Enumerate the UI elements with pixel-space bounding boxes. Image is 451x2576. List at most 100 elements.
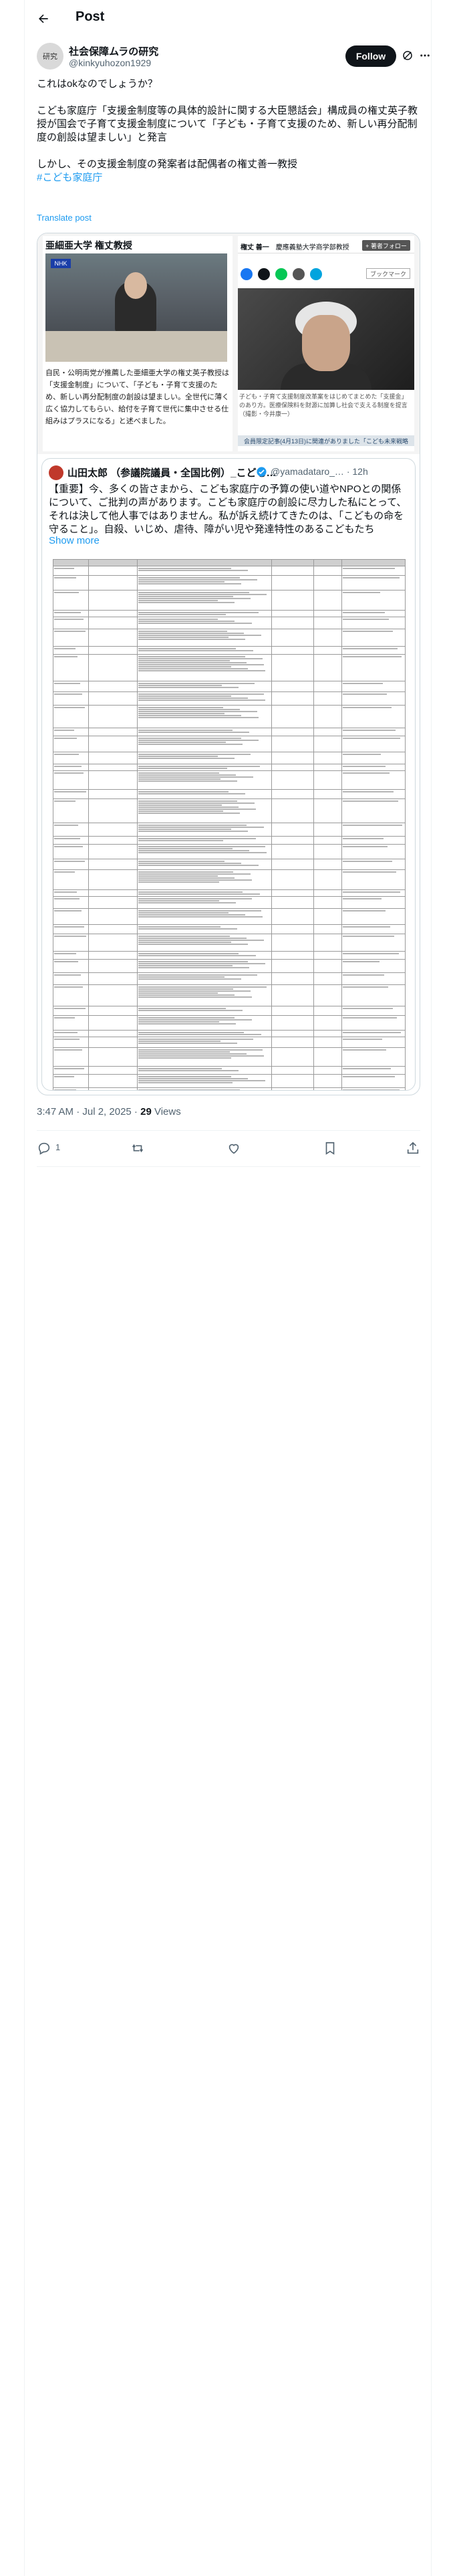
document-text-line xyxy=(138,963,265,964)
document-table-header-cell xyxy=(341,559,406,566)
translate-post-link[interactable]: Translate post xyxy=(37,213,92,223)
show-more-link[interactable]: Show more xyxy=(49,535,100,546)
news-panel: 亜細亜大学 権丈教授 NHK 自民・公明両党が推薦した亜細亜大学の権丈英子教授は… xyxy=(43,236,233,451)
post-column: Post 研究 社会保障ムラの研究 @kinkyuhozon1929 Follo… xyxy=(24,0,432,2576)
document-table-cell xyxy=(271,629,314,647)
share-button[interactable] xyxy=(406,1141,420,1156)
document-table-cell xyxy=(271,1047,314,1067)
document-table-cell xyxy=(53,681,89,692)
document-table-cell xyxy=(88,924,138,934)
document-table-cell xyxy=(53,959,89,973)
image-collage[interactable]: 亜細亜大学 権丈教授 NHK 自民・公明両党が推薦した亜細亜大学の権丈英子教授は… xyxy=(37,233,420,454)
document-text-line xyxy=(54,800,76,802)
document-text-line xyxy=(138,664,264,665)
document-table-cell xyxy=(313,959,343,973)
document-table-cell xyxy=(271,1030,314,1037)
document-table-row xyxy=(53,908,406,925)
document-text-line xyxy=(343,648,398,649)
document-table-cell xyxy=(271,1066,314,1075)
avatar[interactable]: 研究 xyxy=(37,43,63,70)
post-time[interactable]: 3:47 AM · Jul 2, 2025 xyxy=(37,1106,132,1117)
document-table-row xyxy=(53,869,406,890)
document-table-cell xyxy=(137,646,272,655)
document-text-line xyxy=(343,861,392,862)
avatar-text: 研究 xyxy=(43,52,57,61)
document-text-line xyxy=(138,577,241,578)
document-text-line xyxy=(138,848,233,849)
note-icon xyxy=(293,268,305,280)
document-table-cell xyxy=(271,654,314,681)
document-text-line xyxy=(138,614,226,615)
document-table-cell xyxy=(313,789,343,799)
document-table-cell xyxy=(271,984,314,1006)
document-text-line xyxy=(54,656,78,657)
post-timestamp[interactable]: 3:47 AM · Jul 2, 2025 · 29 Views xyxy=(37,1106,181,1117)
document-table-cell xyxy=(313,896,343,909)
back-arrow-icon[interactable] xyxy=(37,12,50,25)
news-photo: NHK xyxy=(45,253,227,362)
document-text-line xyxy=(343,910,386,911)
document-table-cell xyxy=(313,908,343,925)
author-name[interactable]: 社会保障ムラの研究 xyxy=(69,44,158,58)
article-follow-button: + 著者フォロー xyxy=(362,240,410,251)
document-table-cell xyxy=(341,924,406,934)
document-table-cell xyxy=(137,736,272,752)
document-text-line xyxy=(138,637,229,638)
document-table-cell xyxy=(313,728,343,736)
document-table-cell xyxy=(88,1066,138,1075)
document-text-line xyxy=(138,912,229,914)
document-table-cell xyxy=(271,1037,314,1048)
reply-button[interactable]: 1 xyxy=(37,1141,60,1156)
document-text-line xyxy=(138,961,249,962)
author-handle[interactable]: @kinkyuhozon1929 xyxy=(69,58,151,68)
document-table-cell xyxy=(137,908,272,925)
document-text-line xyxy=(54,891,78,893)
media-attachment[interactable]: 亜細亜大学 権丈教授 NHK 自民・公明両党が推薦した亜細亜大学の権丈英子教授は… xyxy=(37,233,420,1095)
share-icons xyxy=(241,268,322,280)
document-table-cell xyxy=(53,566,89,576)
document-table-cell xyxy=(88,798,138,823)
document-text-line xyxy=(138,709,241,710)
bookmark-button[interactable] xyxy=(323,1141,337,1156)
document-table-cell xyxy=(53,705,89,728)
document-text-line xyxy=(343,707,392,708)
document-table-cell xyxy=(341,869,406,890)
document-text-line xyxy=(138,650,254,651)
document-table-cell xyxy=(341,889,406,897)
document-text-line xyxy=(54,631,86,632)
document-table-cell xyxy=(88,1087,138,1090)
quoted-post[interactable]: 山田太郎 （参議院議員・全国比例）_こども… @yamadataro_… · 1… xyxy=(41,458,416,1091)
document-text-line xyxy=(138,581,224,582)
more-options-icon[interactable] xyxy=(419,49,431,62)
repost-button[interactable] xyxy=(130,1141,145,1156)
document-text-line xyxy=(138,707,223,708)
document-table-cell xyxy=(313,770,343,790)
document-text-line xyxy=(138,914,246,916)
document-text-line xyxy=(343,568,396,569)
document-table-header-cell xyxy=(137,559,272,566)
verified-badge-icon xyxy=(257,467,267,477)
document-text-line xyxy=(138,955,257,956)
document-text-line xyxy=(343,800,398,802)
document-table-cell xyxy=(341,752,406,764)
document-text-line xyxy=(138,996,253,998)
document-table-cell xyxy=(271,789,314,799)
document-table-cell xyxy=(313,984,343,1006)
document-text-line xyxy=(138,1023,237,1025)
portrait-face xyxy=(302,315,350,371)
document-text-line xyxy=(138,813,241,814)
document-table-row xyxy=(53,859,406,870)
document-table-cell xyxy=(313,610,343,617)
like-button[interactable] xyxy=(227,1141,241,1156)
document-text-line xyxy=(54,707,85,708)
grok-icon[interactable] xyxy=(402,49,414,62)
document-text-line xyxy=(138,978,242,980)
document-table-cell xyxy=(53,646,89,655)
follow-button[interactable]: Follow xyxy=(345,45,396,67)
document-text-line xyxy=(138,800,238,802)
document-table-cell xyxy=(137,705,272,728)
document-table-row xyxy=(53,1037,406,1048)
hashtag-link[interactable]: #こども家庭庁 xyxy=(37,172,102,183)
document-text-line xyxy=(138,1082,233,1083)
document-text-line xyxy=(138,623,253,624)
